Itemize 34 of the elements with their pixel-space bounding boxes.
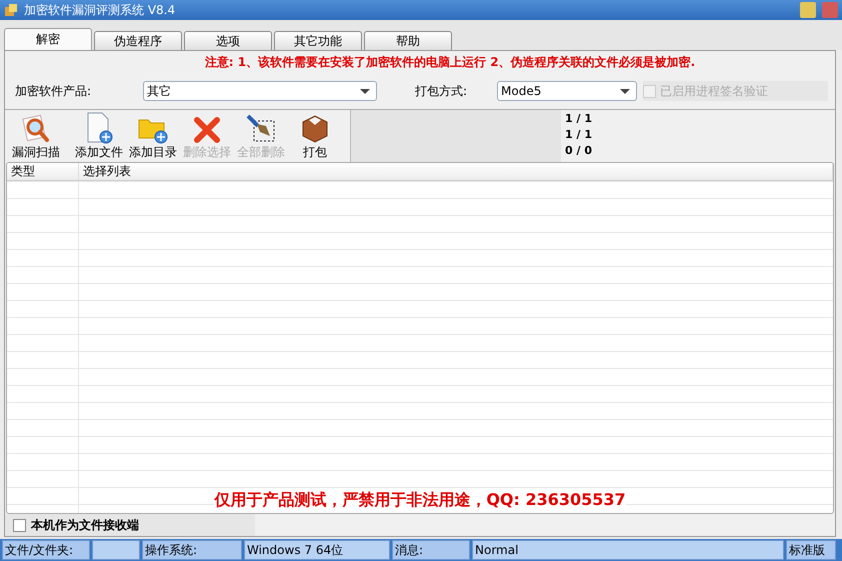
status-value: [92, 540, 140, 560]
close-button[interactable]: [822, 2, 838, 18]
status-label: 操作系统:: [142, 540, 242, 560]
status-label: 文件/文件夹:: [2, 540, 90, 560]
column-header[interactable]: 类型: [7, 163, 79, 180]
magnifier-icon: [21, 114, 51, 144]
disclaimer-text: 仅用于产品测试，严禁用于非法用途，QQ: 236305537: [214, 490, 626, 509]
toolbar-button[interactable]: 添加文件: [72, 112, 126, 162]
brush-icon: [246, 114, 276, 144]
status-label: 标准版: [786, 540, 836, 560]
status-value: Normal: [472, 540, 784, 560]
product-label: 加密软件产品:: [15, 82, 92, 100]
tab[interactable]: 其它功能: [274, 31, 362, 50]
app-icon: [4, 3, 18, 17]
toolbar-button[interactable]: 打包: [288, 112, 342, 162]
toolbar-button[interactable]: 漏洞扫描: [9, 112, 63, 162]
tab[interactable]: 解密: [4, 28, 92, 50]
pack-mode-label: 打包方式:: [415, 82, 468, 100]
counter-text: 0 / 0: [565, 143, 593, 159]
tab[interactable]: 伪造程序: [94, 31, 182, 50]
counter-text: 1 / 1: [565, 127, 593, 143]
product-dropdown[interactable]: 其它: [143, 81, 377, 101]
window-title: 加密软件漏洞评测系统 V8.4: [24, 2, 176, 18]
minimize-button[interactable]: [800, 2, 816, 18]
tab[interactable]: 选项: [184, 31, 272, 50]
cross-icon: [193, 116, 221, 144]
tab[interactable]: 帮助: [364, 31, 452, 50]
pack-mode-dropdown[interactable]: Mode5: [497, 81, 637, 101]
notice-text: 注意: 1、该软件需要在安装了加密软件的电脑上运行 2、伪造程序关联的文件必须是被加密.: [204, 54, 696, 71]
status-value: Windows 7 64位: [244, 540, 390, 560]
counter-text: 1 / 1: [565, 111, 593, 127]
status-label: 消息:: [392, 540, 470, 560]
toolbar-button[interactable]: 添加目录: [126, 112, 180, 162]
column-header[interactable]: 选择列表: [79, 163, 833, 180]
